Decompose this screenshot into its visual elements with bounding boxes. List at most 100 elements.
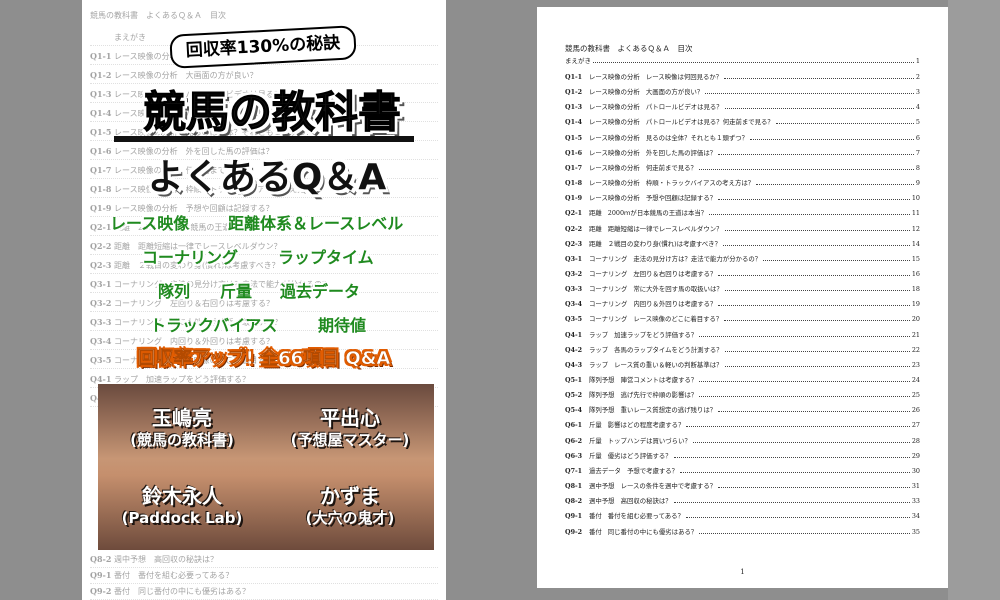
toc-entry[interactable]: Q3-2 コーナリング 左回り＆右回りは考慮する？ 16 xyxy=(565,268,920,280)
entry-question: 各馬のラップタイムをどう計測する？ xyxy=(614,345,723,354)
entry-question: 走法の見分け方は？走法で能力が分かるの？ xyxy=(633,254,762,263)
toc-entry[interactable]: Q6-2 斤量 トップハンデは買いづらい？ 28 xyxy=(565,435,920,447)
entry-section: コーナリング xyxy=(589,315,628,324)
entry-number: Q9-1 xyxy=(565,512,583,521)
entry-question: 距離短縮は一律でレースレベルダウン？ xyxy=(607,224,723,233)
entry-number: Q1-5 xyxy=(565,133,583,142)
entry-number: Q3-1 xyxy=(565,254,583,263)
toc-entry[interactable]: Q1-7 レース映像の分析 何走前まで見る？ 8 xyxy=(565,162,920,174)
toc-entry[interactable]: Q8-2 週中予想 高回収の秘訣は？ 33 xyxy=(565,495,920,507)
entry-question: 番付を組む必要ってある？ xyxy=(607,512,684,521)
cover-background-line-text: 番付 番付を組む必要ってある？ xyxy=(114,571,234,580)
entry-page: 8 xyxy=(915,163,920,172)
leader-dots xyxy=(756,184,914,186)
topic-formation: 隊列 xyxy=(158,282,191,301)
entry-number: Q7-1 xyxy=(565,466,583,475)
entry-page: 28 xyxy=(911,436,920,445)
toc-entry[interactable]: Q4-3 ラップ レース質の重い＆軽いの判断基準は？ 23 xyxy=(565,359,920,371)
entry-page: 18 xyxy=(911,285,920,294)
leader-dots xyxy=(692,441,910,443)
document-title: 競馬の教科書 よくあるＱ＆Ａ 目次 xyxy=(565,44,693,53)
leader-dots xyxy=(718,487,910,489)
entry-number: Q6-3 xyxy=(565,451,583,460)
leader-dots xyxy=(680,471,910,473)
leader-dots xyxy=(718,153,914,155)
toc-entry[interactable]: Q5-2 隊列予想 逃げ先行で枠順の影響は？ 25 xyxy=(565,389,920,401)
entry-number: Q4-2 xyxy=(565,345,583,354)
cover-background-line: Q8-2 週中予想 高回収の秘訣は？ xyxy=(90,552,438,568)
entry-page: 27 xyxy=(911,421,920,430)
toc-entry[interactable]: Q3-3 コーナリング 常に大外を回す馬の取扱いは？ 18 xyxy=(565,283,920,295)
author-title: (競馬の教科書) xyxy=(130,431,234,449)
entry-section: レース映像の分析 xyxy=(589,163,640,172)
toc-entry[interactable]: Q3-4 コーナリング 内回り＆外回りは考慮する？ 19 xyxy=(565,298,920,310)
toc-entry[interactable]: Q6-1 斤量 影響はどの程度考慮する？ 27 xyxy=(565,419,920,431)
cover-background-line: Q3-1 コーナリング 走法の見分け方は？走法で能力が分かるの？ xyxy=(90,277,438,293)
toc-entry[interactable]: Q2-3 距離 ２戦目の変わり身(慣れ)は考慮すべき？ 14 xyxy=(565,238,920,250)
entry-page: 5 xyxy=(915,118,920,127)
topic-past-data: 過去データ xyxy=(280,282,361,301)
leader-dots xyxy=(699,532,910,534)
entry-question: レース映像は何回見るか？ xyxy=(645,73,723,81)
toc-entry[interactable]: Q8-1 週中予想 レースの条件を週中で考慮する？ 31 xyxy=(565,480,920,492)
toc-entry[interactable]: Q2-2 距離 距離短縮は一律でレースレベルダウン？ 12 xyxy=(565,223,920,235)
toc-entry[interactable]: Q1-9 レース映像の分析 予想や回顧は記録する？ 10 xyxy=(565,192,920,204)
entry-number: Q2-2 xyxy=(565,224,583,233)
cover-background-line: Q9-2 番付 同じ番付の中にも優劣はある？ xyxy=(90,584,438,600)
entry-question: 大画面の方が良い？ xyxy=(645,88,704,97)
entry-page: 20 xyxy=(911,315,920,324)
entry-number: Q3-2 xyxy=(565,269,583,278)
leader-dots xyxy=(705,93,914,95)
entry-question: 影響はどの程度考慮する？ xyxy=(607,421,685,430)
entry-page: 30 xyxy=(911,466,920,475)
toc-entry[interactable]: Q7-1 過去データ 予想で考慮する？ 30 xyxy=(565,465,920,477)
toc-entry[interactable]: Q1-8 レース映像の分析 枠順・トラックバイアスの考え方は？ 9 xyxy=(565,177,920,189)
toc-entry[interactable]: Q5-4 隊列予想 重いレース質想定の逃げ残りは？ 26 xyxy=(565,404,920,416)
toc-entry[interactable]: Q1-3 レース映像の分析 パトロールビデオは見る？ 4 xyxy=(565,101,920,113)
author-card: 平出心 (予想屋マスター) xyxy=(266,406,434,450)
entry-page: 24 xyxy=(911,376,920,384)
leader-dots xyxy=(724,350,910,352)
leader-dots xyxy=(724,290,910,292)
author-card: 鈴木永人 (Paddock Lab) xyxy=(98,484,266,528)
cover-subtitle: よくあるQ＆A xyxy=(147,157,387,198)
toc-entry[interactable]: Q3-1 コーナリング 走法の見分け方は？走法で能力が分かるの？ 15 xyxy=(565,253,920,265)
toc-entry[interactable]: Q2-1 距離 2000ｍが日本競馬の王道は本当？ 11 xyxy=(565,207,920,219)
entry-page: 12 xyxy=(911,224,920,233)
entry-question: 何走前まで見る？ xyxy=(645,163,697,172)
leader-dots xyxy=(724,229,910,231)
toc-entry[interactable]: Q1-6 レース映像の分析 外を回した馬の評価は？ 7 xyxy=(565,147,920,159)
preface-page: 1 xyxy=(915,57,920,65)
cover-background-line-text: 週中予想 高回収の秘訣は？ xyxy=(114,555,218,564)
toc-entry[interactable]: Q9-1 番付 番付を組む必要ってある？ 34 xyxy=(565,510,920,522)
entry-page: 16 xyxy=(911,269,920,278)
entry-section: 隊列予想 xyxy=(589,406,615,415)
cover-background-line-number: Q1-8 xyxy=(90,184,112,194)
entry-question: パトロールビデオは見る？何走前まで見る？ xyxy=(645,118,774,127)
entry-section: 斤量 xyxy=(589,421,602,430)
topic-cornering: コーナリング xyxy=(142,248,239,267)
toc-entry[interactable]: Q4-1 ラップ 加速ラップをどう評価する？ 21 xyxy=(565,329,920,341)
cover-background-line-number: Q9-2 xyxy=(90,586,112,596)
entry-question: 同じ番付の中にも優劣はある？ xyxy=(607,527,698,536)
entry-section: 隊列予想 xyxy=(589,376,615,384)
toc-entry[interactable]: Q9-2 番付 同じ番付の中にも優劣はある？ 35 xyxy=(565,526,920,538)
entry-number: Q1-9 xyxy=(565,194,583,203)
entry-question: 陣営コメントは考慮する？ xyxy=(620,376,698,384)
leader-dots xyxy=(699,381,910,382)
toc-entry[interactable]: Q1-4 レース映像の分析 パトロールビデオは見る？何走前まで見る？ 5 xyxy=(565,116,920,128)
toc-entry[interactable]: Q5-1 隊列予想 陣営コメントは考慮する？ 24 xyxy=(565,374,920,386)
leader-dots xyxy=(750,138,914,140)
toc-entry[interactable]: Q1-5 レース映像の分析 見るのは全体？それとも１頭ずつ？ 6 xyxy=(565,132,920,144)
entry-number: Q3-5 xyxy=(565,315,583,324)
toc-entry[interactable]: Q6-3 斤量 優劣はどう評価する？ 29 xyxy=(565,450,920,462)
cover-background-line-number: Q1-1 xyxy=(90,51,112,61)
toc-document-page: 競馬の教科書 よくあるＱ＆Ａ 目次 まえがき 1 Q1-1 レース映像の分析 レース… xyxy=(537,7,948,588)
toc-entry[interactable]: Q3-5 コーナリング レース映像のどこに着目する？ 20 xyxy=(565,313,920,325)
entry-section: 距離 xyxy=(589,239,602,248)
toc-entry[interactable]: Q1-1 レース映像の分析 レース映像は何回見るか？ 2 xyxy=(565,71,920,83)
cover-background-line-text: まえがき xyxy=(114,33,146,42)
toc-entry[interactable]: Q1-2 レース映像の分析 大画面の方が良い？ 3 xyxy=(565,86,920,98)
toc-entry[interactable]: Q4-2 ラップ 各馬のラップタイムをどう計測する？ 22 xyxy=(565,344,920,356)
entry-section: 斤量 xyxy=(589,451,602,460)
